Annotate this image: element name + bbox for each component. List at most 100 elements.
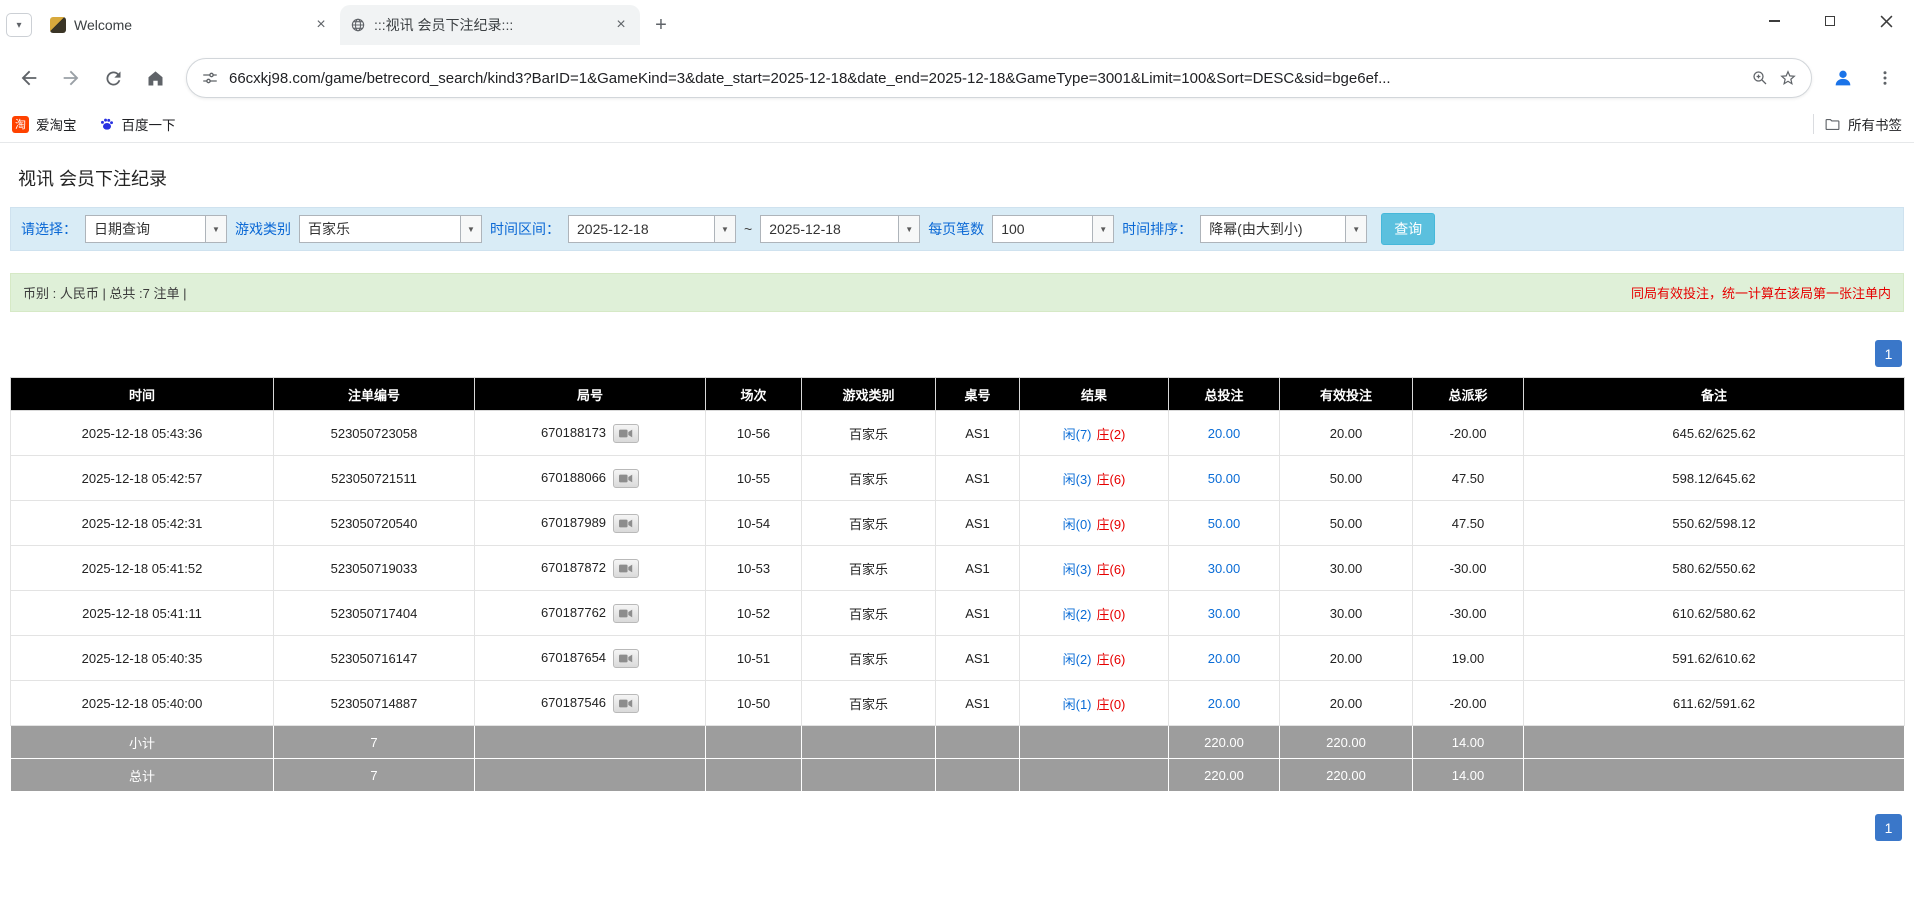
round-number: 670187654 — [541, 649, 606, 664]
new-tab-button[interactable]: + — [646, 10, 676, 40]
cell-valid-bet: 50.00 — [1280, 501, 1413, 546]
date-end-select[interactable]: 2025-12-18 ▼ — [760, 215, 920, 243]
subtotal-total-bet: 220.00 — [1169, 726, 1280, 759]
bookmark-star-icon[interactable] — [1779, 69, 1797, 87]
total-bet-link[interactable]: 30.00 — [1208, 561, 1241, 576]
tab-search-button[interactable]: ▾ — [6, 13, 32, 37]
cell-bet-id: 523050721511 — [274, 456, 475, 501]
sort-label: 时间排序： — [1122, 219, 1192, 239]
chevron-down-icon[interactable]: ▼ — [714, 216, 735, 242]
back-button[interactable] — [10, 59, 48, 97]
total-bet-link[interactable]: 20.00 — [1208, 651, 1241, 666]
round-number: 670187762 — [541, 604, 606, 619]
table-row: 2025-12-18 05:40:00 523050714887 6701875… — [11, 681, 1905, 726]
cell-table: AS1 — [936, 546, 1020, 591]
replay-video-button[interactable] — [613, 649, 639, 668]
cell-remark: 611.62/591.62 — [1524, 681, 1905, 726]
cell-valid-bet: 50.00 — [1280, 456, 1413, 501]
cell-valid-bet: 20.00 — [1280, 636, 1413, 681]
query-type-select[interactable]: 日期查询 ▼ — [85, 215, 227, 243]
site-settings-icon[interactable] — [201, 69, 219, 87]
cell-table: AS1 — [936, 411, 1020, 456]
cell-game: 百家乐 — [802, 546, 936, 591]
bookmarks-bar: 淘 爱淘宝 百度一下 所有书签 — [0, 106, 1914, 143]
chevron-down-icon[interactable]: ▼ — [205, 216, 226, 242]
chevron-down-icon[interactable]: ▼ — [1092, 216, 1113, 242]
date-range-label: 时间区间： — [490, 219, 560, 239]
home-button[interactable] — [136, 59, 174, 97]
replay-video-button[interactable] — [613, 469, 639, 488]
cell-session: 10-52 — [706, 591, 802, 636]
chevron-down-icon[interactable]: ▼ — [1345, 216, 1366, 242]
tab-close-icon[interactable]: × — [612, 16, 630, 34]
zoom-icon[interactable] — [1751, 69, 1769, 87]
cell-remark: 580.62/550.62 — [1524, 546, 1905, 591]
round-number: 670187989 — [541, 514, 606, 529]
address-bar[interactable]: 66cxkj98.com/game/betrecord_search/kind3… — [186, 58, 1812, 98]
close-button[interactable] — [1858, 0, 1914, 42]
tab-close-icon[interactable]: × — [312, 16, 330, 34]
menu-kebab-icon[interactable] — [1866, 59, 1904, 97]
table-row: 2025-12-18 05:42:57 523050721511 6701880… — [11, 456, 1905, 501]
total-bet-link[interactable]: 30.00 — [1208, 606, 1241, 621]
cell-valid-bet: 20.00 — [1280, 681, 1413, 726]
chevron-down-icon[interactable]: ▼ — [898, 216, 919, 242]
total-bet-link[interactable]: 50.00 — [1208, 471, 1241, 486]
game-type-select[interactable]: 百家乐 ▼ — [299, 215, 482, 243]
round-number: 670187872 — [541, 559, 606, 574]
pagination-bottom: 1 — [0, 814, 1902, 841]
cell-result: 闲(3)庄(6) — [1020, 456, 1169, 501]
cell-session: 10-55 — [706, 456, 802, 501]
chevron-down-icon[interactable]: ▼ — [460, 216, 481, 242]
result-banker: 庄(2) — [1097, 427, 1126, 442]
header-bet-id: 注单编号 — [274, 378, 475, 411]
bookmark-baidu[interactable]: 百度一下 — [99, 114, 176, 134]
cell-session: 10-51 — [706, 636, 802, 681]
date-start-select[interactable]: 2025-12-18 ▼ — [568, 215, 736, 243]
page-size-select[interactable]: 100 ▼ — [992, 215, 1114, 243]
replay-video-button[interactable] — [613, 604, 639, 623]
subtotal-payout: 14.00 — [1413, 726, 1524, 759]
cell-table: AS1 — [936, 636, 1020, 681]
cell-result: 闲(0)庄(9) — [1020, 501, 1169, 546]
cell-total-bet: 20.00 — [1169, 411, 1280, 456]
maximize-button[interactable] — [1802, 0, 1858, 42]
cell-payout: -20.00 — [1413, 411, 1524, 456]
cell-total-bet: 30.00 — [1169, 546, 1280, 591]
replay-video-button[interactable] — [613, 559, 639, 578]
header-time: 时间 — [11, 378, 274, 411]
cell-round: 670187872 — [475, 546, 706, 591]
all-bookmarks-button[interactable]: 所有书签 — [1824, 114, 1902, 134]
replay-video-button[interactable] — [613, 694, 639, 713]
total-bet-link[interactable]: 20.00 — [1208, 696, 1241, 711]
cell-table: AS1 — [936, 501, 1020, 546]
globe-icon — [350, 17, 366, 33]
tab-betrecord[interactable]: :::视讯 会员下注纪录::: × — [340, 5, 640, 45]
tab-welcome[interactable]: Welcome × — [40, 5, 340, 45]
query-button[interactable]: 查询 — [1381, 213, 1435, 245]
forward-button[interactable] — [52, 59, 90, 97]
total-bet-link[interactable]: 20.00 — [1208, 426, 1241, 441]
result-player: 闲(2) — [1063, 652, 1092, 667]
url-text[interactable]: 66cxkj98.com/game/betrecord_search/kind3… — [229, 70, 1741, 87]
pagination-top: 1 — [0, 340, 1902, 367]
profile-icon[interactable] — [1824, 59, 1862, 97]
page-1-button[interactable]: 1 — [1875, 814, 1902, 841]
cell-time: 2025-12-18 05:42:31 — [11, 501, 274, 546]
tab-strip: ▾ Welcome × :::视讯 会员下注纪录::: × + — [0, 0, 1914, 50]
minimize-button[interactable] — [1746, 0, 1802, 42]
total-bet-link[interactable]: 50.00 — [1208, 516, 1241, 531]
browser-toolbar: 66cxkj98.com/game/betrecord_search/kind3… — [0, 50, 1914, 106]
replay-video-button[interactable] — [613, 514, 639, 533]
cell-time: 2025-12-18 05:40:35 — [11, 636, 274, 681]
bet-records-table: 时间 注单编号 局号 场次 游戏类别 桌号 结果 总投注 有效投注 总派彩 备注… — [10, 377, 1905, 792]
sort-select[interactable]: 降幂(由大到小) ▼ — [1200, 215, 1367, 243]
page-1-button[interactable]: 1 — [1875, 340, 1902, 367]
bookmark-aitaobao[interactable]: 淘 爱淘宝 — [12, 114, 77, 134]
reload-button[interactable] — [94, 59, 132, 97]
replay-video-button[interactable] — [613, 424, 639, 443]
folder-icon — [1824, 116, 1841, 133]
bookmark-label: 爱淘宝 — [36, 114, 77, 134]
cell-game: 百家乐 — [802, 636, 936, 681]
result-player: 闲(7) — [1063, 427, 1092, 442]
